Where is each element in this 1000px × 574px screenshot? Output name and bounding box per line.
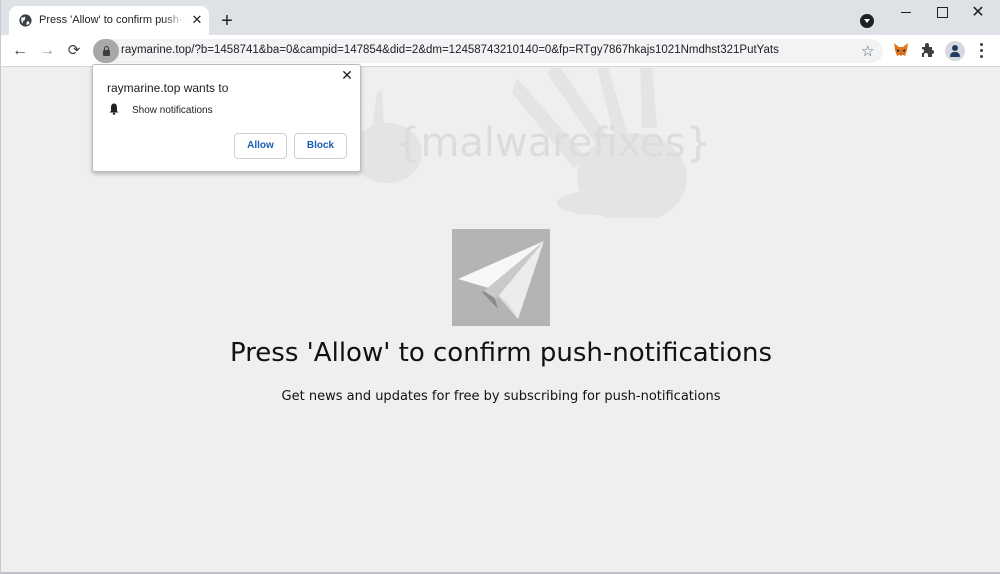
paper-plane-image	[452, 229, 550, 326]
tab-strip: Press 'Allow' to confirm push-notificati…	[1, 0, 1000, 35]
lock-icon	[103, 50, 110, 56]
popup-title: raymarine.top wants to	[107, 81, 229, 95]
browser-toolbar: ← → ⟳ raymarine.top/?b=1458741&ba=0&camp…	[1, 35, 1000, 67]
url-text[interactable]: raymarine.top/?b=1458741&ba=0&campid=147…	[121, 44, 779, 56]
forward-button[interactable]: →	[36, 40, 58, 62]
reload-button[interactable]: ⟳	[63, 40, 85, 62]
malwarefixes-watermark: {malwarefixes}	[395, 120, 711, 166]
globe-icon	[19, 14, 32, 27]
metamask-fox-icon[interactable]	[893, 43, 909, 57]
tab-title: Press 'Allow' to confirm push-notificati…	[39, 14, 185, 26]
page-headline: Press 'Allow' to confirm push-notificati…	[229, 338, 773, 368]
back-button[interactable]: ←	[9, 40, 31, 62]
notification-permission-popup: ✕ raymarine.top wants to Show notificati…	[92, 64, 361, 172]
bell-icon	[109, 103, 119, 115]
popup-close-icon[interactable]: ✕	[340, 68, 354, 82]
profile-avatar-icon[interactable]	[945, 41, 965, 61]
permission-item-label: Show notifications	[132, 105, 213, 116]
block-button[interactable]: Block	[294, 133, 347, 159]
new-tab-button[interactable]: +	[217, 11, 237, 31]
bookmark-star-icon[interactable]: ☆	[861, 42, 874, 60]
allow-button[interactable]: Allow	[234, 133, 287, 159]
active-tab[interactable]: Press 'Allow' to confirm push-notificati…	[9, 6, 209, 35]
window-close-button[interactable]: ✕	[955, 0, 1000, 28]
browser-window: Press 'Allow' to confirm push-notificati…	[0, 0, 1000, 574]
paper-plane-icon	[458, 241, 544, 319]
puzzle-extensions-icon[interactable]	[920, 42, 936, 58]
tab-search-dropdown-icon[interactable]	[860, 14, 874, 28]
site-info-button[interactable]	[93, 39, 119, 63]
tab-close-icon[interactable]: ✕	[190, 13, 204, 27]
kebab-menu-icon[interactable]	[977, 43, 985, 59]
page-subheadline: Get news and updates for free by subscri…	[281, 389, 721, 404]
address-bar[interactable]: raymarine.top/?b=1458741&ba=0&campid=147…	[93, 39, 883, 63]
